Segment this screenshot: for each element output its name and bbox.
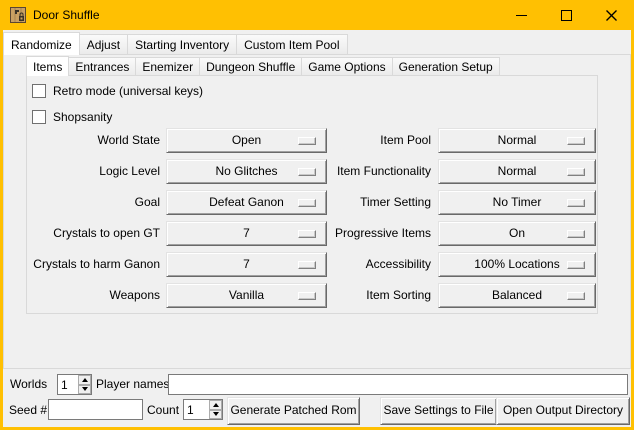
minimize-button[interactable] xyxy=(499,0,544,30)
tab-custom-item-pool[interactable]: Custom Item Pool xyxy=(236,34,347,54)
item-functionality-dropdown[interactable]: Normal xyxy=(438,159,596,184)
option-menu-slit-icon xyxy=(567,261,585,269)
timer-setting-label: Timer Setting xyxy=(260,190,431,215)
tab-game-options[interactable]: Game Options xyxy=(301,57,392,75)
items-tab-panel: Retro mode (universal keys) Shopsanity W… xyxy=(26,75,598,314)
arrow-down-icon xyxy=(213,412,219,416)
crystals-gt-label: Crystals to open GT xyxy=(27,221,160,246)
option-menu-slit-icon xyxy=(567,230,585,238)
goal-label: Goal xyxy=(27,190,160,215)
crystals-ganon-label: Crystals to harm Ganon xyxy=(27,252,160,277)
count-spinner[interactable] xyxy=(183,399,223,420)
minimize-icon xyxy=(516,15,527,16)
weapons-label: Weapons xyxy=(27,283,160,308)
save-settings-button[interactable]: Save Settings to File xyxy=(380,397,497,425)
option-menu-slit-icon xyxy=(567,292,585,300)
logic-level-label: Logic Level xyxy=(27,159,160,184)
arrow-up-icon xyxy=(82,378,88,382)
door-shuffle-window: Door Shuffle Randomize Adjust Starting I… xyxy=(0,0,634,430)
worlds-spin-down-button[interactable] xyxy=(78,385,91,395)
tab-enemizer[interactable]: Enemizer xyxy=(135,57,200,75)
close-button[interactable] xyxy=(589,0,634,30)
close-icon xyxy=(606,10,617,21)
item-sorting-label: Item Sorting xyxy=(260,283,431,308)
world-state-label: World State xyxy=(27,128,160,153)
worlds-spin-up-button[interactable] xyxy=(78,375,91,385)
progressive-items-dropdown[interactable]: On xyxy=(438,221,596,246)
tab-dungeon-shuffle[interactable]: Dungeon Shuffle xyxy=(199,57,302,75)
shopsanity-label: Shopsanity xyxy=(53,110,112,124)
player-names-label: Player names xyxy=(96,374,169,394)
tab-adjust[interactable]: Adjust xyxy=(79,34,128,54)
item-sorting-dropdown[interactable]: Balanced xyxy=(438,283,596,308)
maximize-button[interactable] xyxy=(544,0,589,30)
seed-input[interactable] xyxy=(48,399,143,420)
player-names-input[interactable] xyxy=(168,374,628,395)
progressive-items-label: Progressive Items xyxy=(260,221,431,246)
maximize-icon xyxy=(561,10,572,21)
count-input[interactable] xyxy=(184,400,209,419)
shopsanity-checkbox[interactable] xyxy=(32,110,46,124)
retro-mode-option[interactable]: Retro mode (universal keys) xyxy=(32,84,203,98)
item-functionality-label: Item Functionality xyxy=(260,159,431,184)
timer-setting-dropdown[interactable]: No Timer xyxy=(438,190,596,215)
tab-entrances[interactable]: Entrances xyxy=(68,57,136,75)
count-spin-up-button[interactable] xyxy=(209,400,222,410)
tab-starting-inventory[interactable]: Starting Inventory xyxy=(127,34,237,54)
count-label: Count xyxy=(147,400,179,420)
arrow-up-icon xyxy=(213,403,219,407)
retro-mode-checkbox[interactable] xyxy=(32,84,46,98)
retro-mode-label: Retro mode (universal keys) xyxy=(53,84,203,98)
arrow-down-icon xyxy=(82,387,88,391)
window-title: Door Shuffle xyxy=(33,0,100,30)
open-output-button[interactable]: Open Output Directory xyxy=(496,397,630,425)
item-pool-label: Item Pool xyxy=(260,128,431,153)
worlds-input[interactable] xyxy=(58,375,78,394)
worlds-spinner[interactable] xyxy=(57,374,92,395)
accessibility-label: Accessibility xyxy=(260,252,431,277)
accessibility-dropdown[interactable]: 100% Locations xyxy=(438,252,596,277)
seed-label: Seed # xyxy=(9,400,47,420)
tab-items[interactable]: Items xyxy=(26,56,69,76)
option-menu-slit-icon xyxy=(567,168,585,176)
shopsanity-option[interactable]: Shopsanity xyxy=(32,110,112,124)
count-spin-down-button[interactable] xyxy=(209,410,222,420)
worlds-label: Worlds xyxy=(10,374,47,394)
option-menu-slit-icon xyxy=(567,199,585,207)
generate-rom-button[interactable]: Generate Patched Rom xyxy=(227,397,360,425)
main-tabstrip: Randomize Adjust Starting Inventory Cust… xyxy=(3,31,631,55)
randomize-sub-tabstrip: Items Entrances Enemizer Dungeon Shuffle… xyxy=(26,58,499,75)
tab-generation-setup[interactable]: Generation Setup xyxy=(392,57,500,75)
door-lock-icon xyxy=(10,7,26,23)
title-bar: Door Shuffle xyxy=(0,0,634,30)
item-pool-dropdown[interactable]: Normal xyxy=(438,128,596,153)
option-menu-slit-icon xyxy=(567,137,585,145)
tab-randomize[interactable]: Randomize xyxy=(3,32,80,55)
